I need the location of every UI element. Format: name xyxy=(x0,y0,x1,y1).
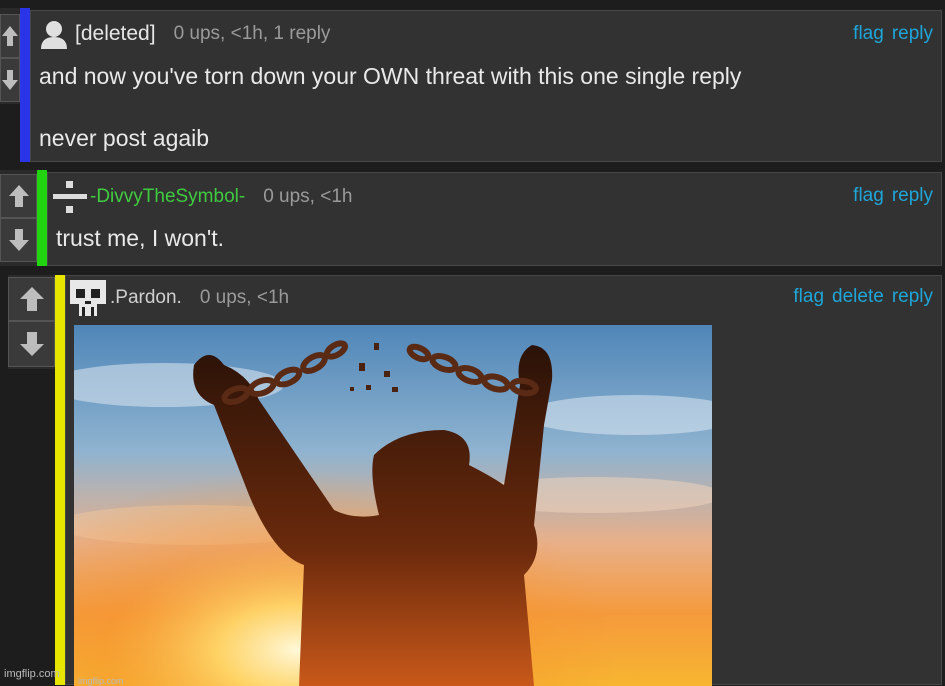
imgflip-watermark: imgflip.com xyxy=(4,668,60,680)
avatar[interactable] xyxy=(70,280,106,316)
comment-panel: -DivvyTheSymbol- 0 ups, <1h flag reply t… xyxy=(47,172,942,266)
arrow-down-icon xyxy=(8,229,29,251)
comment-pardon: .Pardon. 0 ups, <1h flag delete reply im… xyxy=(8,275,942,686)
reply-link[interactable]: reply xyxy=(892,185,933,207)
upvote-button[interactable] xyxy=(0,174,37,218)
comment-actions: flag reply xyxy=(853,185,933,207)
thread-color-bar xyxy=(37,170,47,266)
flag-link[interactable]: flag xyxy=(853,23,884,45)
vote-column xyxy=(0,170,37,266)
username-link[interactable]: -DivvyTheSymbol- xyxy=(90,186,245,208)
comment-body-line-1: and now you've torn down your OWN threat… xyxy=(39,63,742,89)
vote-column xyxy=(0,8,20,104)
flag-link[interactable]: flag xyxy=(853,185,884,207)
downvote-button[interactable] xyxy=(0,218,37,262)
comment-panel: [deleted] 0 ups, <1h, 1 reply flag reply… xyxy=(30,10,942,162)
thread-color-bar xyxy=(55,275,65,685)
arrow-up-icon xyxy=(19,287,44,311)
downvote-button[interactable] xyxy=(8,321,55,367)
flag-link[interactable]: flag xyxy=(793,286,824,308)
arrow-up-icon xyxy=(2,26,18,46)
username-link[interactable]: .Pardon. xyxy=(110,287,182,309)
comment-divvythesymbol: -DivvyTheSymbol- 0 ups, <1h flag reply t… xyxy=(0,170,942,266)
downvote-button[interactable] xyxy=(0,58,20,102)
comment-body-line-2: never post agaib xyxy=(39,125,210,151)
comment-meta: 0 ups, <1h xyxy=(263,186,353,207)
reply-link[interactable]: reply xyxy=(892,286,933,308)
man-breaking-chains-sunset-image[interactable]: imgflip.com xyxy=(74,325,712,686)
comment-header: -DivvyTheSymbol- 0 ups, <1h xyxy=(52,179,352,215)
comment-header: .Pardon. 0 ups, <1h xyxy=(70,280,289,316)
vote-column xyxy=(8,275,55,369)
reply-link[interactable]: reply xyxy=(892,23,933,45)
pixel-skull-icon xyxy=(70,280,106,316)
comment-panel: .Pardon. 0 ups, <1h flag delete reply im… xyxy=(65,275,942,686)
delete-link[interactable]: delete xyxy=(832,286,884,308)
comment-header: [deleted] 0 ups, <1h, 1 reply xyxy=(39,19,330,49)
comment-actions: flag delete reply xyxy=(793,286,933,308)
comment-meta: 0 ups, <1h, 1 reply xyxy=(173,23,331,44)
thread-color-bar xyxy=(20,8,30,162)
division-sign-icon xyxy=(53,181,87,213)
arrow-up-icon xyxy=(8,185,29,207)
arrow-down-icon xyxy=(19,332,44,356)
comment-meta: 0 ups, <1h xyxy=(199,287,290,308)
user-silhouette-icon xyxy=(41,21,67,49)
comment-actions: flag reply xyxy=(853,23,933,45)
upvote-button[interactable] xyxy=(0,14,20,58)
upvote-button[interactable] xyxy=(8,277,55,321)
sunset-illustration xyxy=(74,325,712,686)
comment-deleted: [deleted] 0 ups, <1h, 1 reply flag reply… xyxy=(0,8,942,162)
avatar[interactable] xyxy=(39,19,69,49)
arrow-down-icon xyxy=(2,70,18,90)
username-link[interactable]: [deleted] xyxy=(75,22,156,46)
comment-body: trust me, I won't. xyxy=(56,225,224,251)
avatar[interactable] xyxy=(52,179,88,215)
